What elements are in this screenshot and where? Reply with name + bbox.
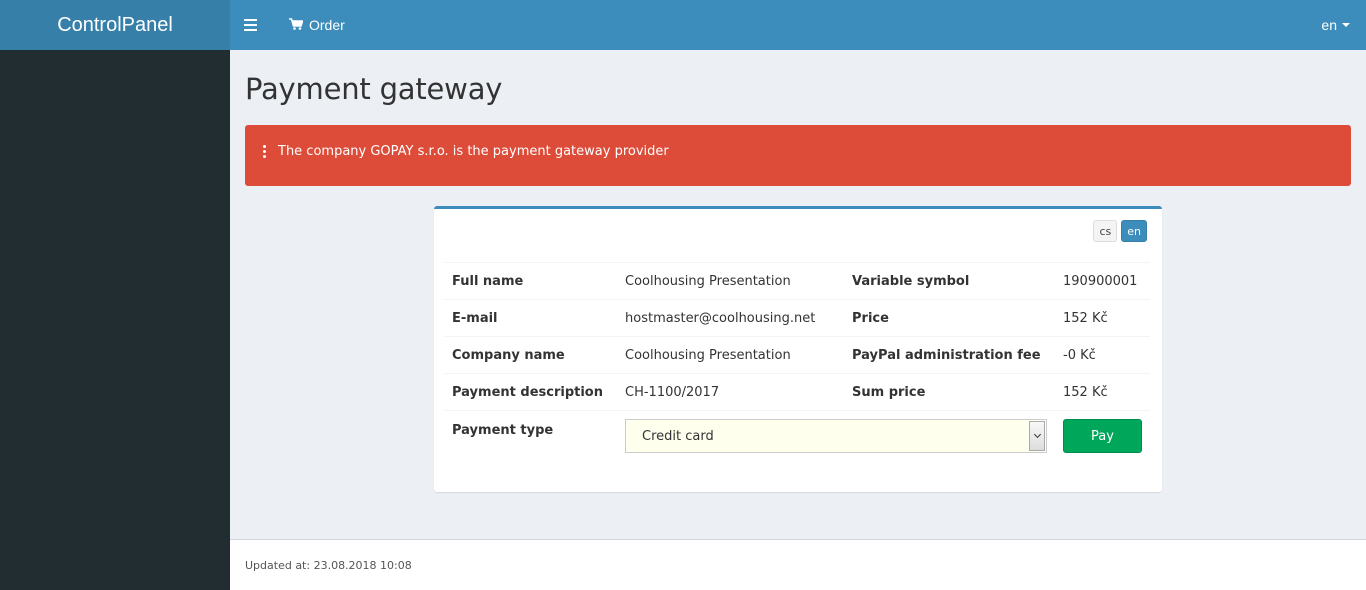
alert-message: The company GOPAY s.r.o. is the payment … <box>278 144 669 159</box>
table-row: Full name Coolhousing Presentation Varia… <box>444 262 1150 300</box>
table-row: Payment type Credit card Pay <box>444 410 1150 463</box>
page-title: Payment gateway <box>245 72 503 106</box>
payment-type-select[interactable]: Credit card <box>625 419 1047 453</box>
payment-description-value: CH-1100/2017 <box>617 373 844 411</box>
top-navbar: Order en <box>230 0 1366 50</box>
language-dropdown[interactable]: en <box>1321 0 1350 50</box>
payment-description-label: Payment description <box>444 373 617 411</box>
sidebar-toggle-button[interactable] <box>230 0 272 50</box>
paypal-fee-label: PayPal administration fee <box>844 336 1055 374</box>
paypal-fee-value: -0 Kč <box>1055 336 1150 374</box>
payment-type-selected: Credit card <box>642 428 714 444</box>
lang-en-button[interactable]: en <box>1121 220 1147 242</box>
email-value: hostmaster@coolhousing.net <box>617 299 844 337</box>
table-row: E-mail hostmaster@coolhousing.net Price … <box>444 299 1150 337</box>
email-label: E-mail <box>444 299 617 337</box>
payment-type-cell: Credit card <box>617 410 1055 463</box>
exclamation-icon <box>263 145 266 158</box>
payment-type-label: Payment type <box>444 410 617 463</box>
updated-at-text: Updated at: 23.08.2018 10:08 <box>245 558 412 572</box>
price-value: 152 Kč <box>1055 299 1150 337</box>
language-switch: cs en <box>1093 220 1147 242</box>
main-content: Payment gateway The company GOPAY s.r.o.… <box>230 50 1366 540</box>
payment-details-table: Full name Coolhousing Presentation Varia… <box>444 262 1150 463</box>
nav-order-label: Order <box>309 17 345 33</box>
sum-price-value: 152 Kč <box>1055 373 1150 411</box>
payment-box: cs en Full name Coolhousing Presentation… <box>434 206 1162 492</box>
company-name-label: Company name <box>444 336 617 374</box>
full-name-label: Full name <box>444 262 617 300</box>
brand-title: ControlPanel <box>57 13 173 36</box>
language-label: en <box>1321 17 1337 33</box>
footer: Updated at: 23.08.2018 10:08 <box>230 539 1366 590</box>
caret-down-icon <box>1342 23 1350 27</box>
sidebar <box>0 50 230 590</box>
provider-alert: The company GOPAY s.r.o. is the payment … <box>245 125 1351 186</box>
bars-icon <box>244 19 258 31</box>
company-name-value: Coolhousing Presentation <box>617 336 844 374</box>
variable-symbol-label: Variable symbol <box>844 262 1055 300</box>
chevron-down-icon[interactable] <box>1029 421 1045 451</box>
table-row: Payment description CH-1100/2017 Sum pri… <box>444 373 1150 411</box>
shopping-cart-icon <box>289 17 304 33</box>
table-row: Company name Coolhousing Presentation Pa… <box>444 336 1150 374</box>
lang-cs-button[interactable]: cs <box>1093 220 1118 242</box>
sum-price-label: Sum price <box>844 373 1055 411</box>
pay-cell: Pay <box>1055 410 1150 463</box>
variable-symbol-value: 190900001 <box>1055 262 1150 300</box>
price-label: Price <box>844 299 1055 337</box>
full-name-value: Coolhousing Presentation <box>617 262 844 300</box>
pay-button[interactable]: Pay <box>1063 419 1142 453</box>
brand-logo[interactable]: ControlPanel <box>0 0 230 50</box>
nav-order-link[interactable]: Order <box>289 0 345 50</box>
